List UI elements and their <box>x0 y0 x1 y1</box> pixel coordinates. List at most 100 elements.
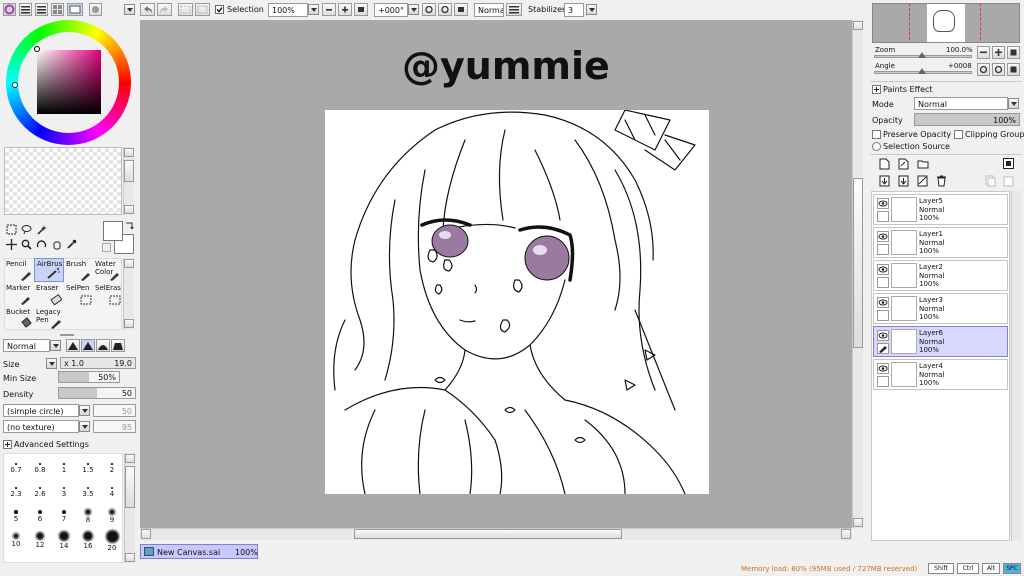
brush-size-preset[interactable]: 0.8 <box>28 456 52 477</box>
brush-size-preset[interactable]: 3 <box>52 480 76 501</box>
tool-pencil[interactable]: Pencil <box>4 259 34 283</box>
layer-row-layer5[interactable]: Layer5 Normal 100% <box>873 194 1008 225</box>
color-wheel-view-button[interactable] <box>3 3 16 16</box>
canvas-scroll-up[interactable] <box>853 21 863 30</box>
tool-watercolor[interactable]: Water Color <box>93 259 123 283</box>
layer-panel-menu-icon[interactable] <box>1003 158 1014 169</box>
layer-mode-select[interactable]: Normal <box>914 97 1008 110</box>
brush-size-preset[interactable]: 3.5 <box>76 480 100 501</box>
merge-down-icon[interactable] <box>898 175 909 187</box>
navigator-zoom-out-button[interactable] <box>977 46 990 59</box>
layer-visibility-toggle[interactable] <box>877 297 889 308</box>
delete-layer-icon[interactable] <box>936 175 947 187</box>
scratchpad-view-button[interactable] <box>67 3 83 16</box>
layer-edit-indicator[interactable] <box>877 376 889 387</box>
layer-edit-indicator[interactable] <box>877 310 889 321</box>
angle-dropdown-arrow[interactable] <box>408 4 419 15</box>
brush-size-preset[interactable]: 6 <box>28 504 52 525</box>
deselect-button[interactable] <box>178 3 193 16</box>
hsv-slider-view-button[interactable] <box>35 3 48 16</box>
rgb-slider-view-button[interactable] <box>19 3 32 16</box>
layer-row-layer2[interactable]: Layer2 Normal 100% <box>873 260 1008 291</box>
rotate-reset-button[interactable] <box>454 3 468 16</box>
brush-size-preset[interactable]: 14 <box>52 528 76 550</box>
brush-size-scroll-thumb[interactable] <box>125 466 135 508</box>
flip-view-button[interactable] <box>506 3 522 16</box>
brush-size-preset[interactable]: 2 <box>100 456 122 477</box>
swap-colors-icon[interactable] <box>124 221 134 231</box>
rect-select-icon[interactable] <box>6 224 17 235</box>
color-wheel[interactable] <box>6 20 131 145</box>
brush-size-preset[interactable]: 16 <box>76 528 100 550</box>
zoom-out-button[interactable] <box>322 3 336 16</box>
layer-edit-indicator[interactable] <box>877 343 889 354</box>
hand-icon[interactable] <box>51 239 62 250</box>
tool-seleras[interactable]: SelEras <box>93 283 123 307</box>
brush-shape-dropdown-arrow[interactable] <box>79 405 90 416</box>
tool-marker[interactable]: Marker <box>4 283 34 307</box>
left-panel-menu-dropdown[interactable] <box>124 4 135 15</box>
navigator-rotate-cw-button[interactable] <box>992 63 1005 76</box>
stabilizer-dropdown-arrow[interactable] <box>586 4 597 15</box>
layer-edit-indicator[interactable] <box>877 277 889 288</box>
canvas-scroll-thumb-vertical[interactable] <box>853 178 863 348</box>
brush-size-preset[interactable]: 1.5 <box>76 456 100 477</box>
brush-shape-strength[interactable]: 50 <box>93 404 136 417</box>
zoom-select[interactable]: 100% <box>268 3 308 17</box>
clear-layer-icon[interactable] <box>917 175 928 187</box>
rotate-cw-button[interactable] <box>438 3 452 16</box>
brush-mode-dropdown-arrow[interactable] <box>50 340 61 351</box>
swatches-view-button[interactable] <box>51 3 64 16</box>
brush-mode-select[interactable]: Normal <box>3 339 50 352</box>
tip-shape-soft-button[interactable] <box>81 339 95 352</box>
magic-wand-icon[interactable] <box>36 224 47 235</box>
brush-size-preset[interactable]: 2.6 <box>28 480 52 501</box>
move-icon[interactable] <box>6 239 17 250</box>
layer-visibility-toggle[interactable] <box>877 264 889 275</box>
layer-visibility-toggle[interactable] <box>877 198 889 209</box>
zoom-in-button[interactable] <box>338 3 352 16</box>
brush-size-preset[interactable]: 1 <box>52 456 76 477</box>
brush-size-preset[interactable]: 7 <box>52 504 76 525</box>
tip-shape-flat-button[interactable] <box>111 339 125 352</box>
clipping-group-checkbox[interactable] <box>954 130 963 139</box>
transfer-down-icon[interactable] <box>879 175 890 187</box>
brush-texture-dropdown-arrow[interactable] <box>79 421 90 432</box>
navigator-zoom-in-button[interactable] <box>992 46 1005 59</box>
color-picker-marker[interactable] <box>34 46 40 52</box>
scratchpad-scroll-down[interactable] <box>124 205 134 214</box>
layer-visibility-toggle[interactable] <box>877 231 889 242</box>
invert-selection-button[interactable] <box>195 3 210 16</box>
navigator-rotate-reset-button[interactable] <box>1007 63 1020 76</box>
tool-selpen[interactable]: SelPen <box>64 283 94 307</box>
scratchpad-scroll-up[interactable] <box>124 148 134 157</box>
angle-select[interactable]: +000° <box>374 3 408 17</box>
zoom-reset-button[interactable] <box>354 3 368 16</box>
navigator-rotate-ccw-button[interactable] <box>977 63 990 76</box>
brush-size-preset[interactable]: 20 <box>100 528 122 552</box>
size-field[interactable]: x 1.0 19.0 <box>60 357 136 369</box>
zoom-tool-icon[interactable] <box>21 239 32 250</box>
navigator-preview[interactable] <box>872 3 1020 43</box>
canvas-scroll-left[interactable] <box>141 529 151 539</box>
selection-source-radio[interactable] <box>872 142 881 151</box>
copy-layer-icon[interactable] <box>985 175 996 187</box>
stabilizer-select[interactable]: 3 <box>564 3 584 17</box>
scratchpad-scroll-thumb[interactable] <box>124 160 134 182</box>
layer-visibility-toggle[interactable] <box>877 330 889 341</box>
layer-row-layer4[interactable]: Layer4 Normal 100% <box>873 359 1008 390</box>
tool-grid-scroll-down[interactable] <box>124 319 134 328</box>
tool-brush[interactable]: Brush <box>64 259 94 283</box>
transparent-color-swatch[interactable] <box>102 243 111 252</box>
brush-texture-strength[interactable]: 95 <box>93 420 136 433</box>
new-layer-icon[interactable] <box>879 158 890 170</box>
lasso-icon[interactable] <box>21 224 32 235</box>
brush-size-preset[interactable]: 10 <box>4 528 28 549</box>
advanced-settings-toggle[interactable] <box>3 440 12 449</box>
layer-opacity-slider[interactable]: 100% <box>914 113 1020 126</box>
brush-size-preset[interactable]: 12 <box>28 528 52 549</box>
eyedropper-icon[interactable] <box>66 239 77 250</box>
brush-texture-select[interactable]: (no texture) <box>3 420 79 433</box>
tool-bucket[interactable]: Bucket <box>4 307 34 331</box>
layer-row-layer3[interactable]: Layer3 Normal 100% <box>873 293 1008 324</box>
